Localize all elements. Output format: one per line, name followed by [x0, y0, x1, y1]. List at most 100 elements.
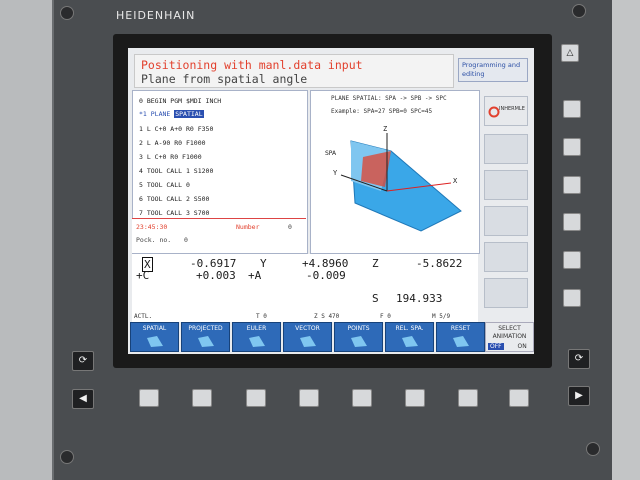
status-pock-label: Pock. no.	[136, 236, 172, 244]
hardware-softkey[interactable]	[192, 389, 212, 407]
status-time: 23:45:30	[136, 223, 168, 231]
program-line[interactable]: 4 TOOL CALL 1 S1200	[139, 167, 213, 175]
side-softkey-4[interactable]	[484, 206, 528, 236]
program-line[interactable]: 7 TOOL CALL 3 S700	[139, 209, 209, 217]
mode-indicator: Programming and editing	[458, 58, 528, 82]
hardware-key[interactable]	[563, 100, 581, 118]
program-line-text: *1 PLANE	[139, 110, 171, 118]
softkey-euler[interactable]: EULER	[232, 322, 281, 352]
hardware-key[interactable]	[563, 213, 581, 231]
side-softkey-5[interactable]	[484, 242, 528, 272]
softkey-label: SPATIAL	[142, 325, 167, 332]
plane-relative-icon	[402, 336, 418, 347]
actl-tool: T 0	[256, 313, 267, 320]
actl-spindle: Z S 470	[314, 313, 340, 320]
program-line[interactable]: 1 L C+0 A+0 R0 F350	[139, 125, 213, 133]
screw-bottom-left-icon	[60, 450, 74, 464]
hardware-key[interactable]	[563, 251, 581, 269]
softkey-spatial[interactable]: SPATIAL	[130, 322, 179, 352]
plane-euler-icon	[249, 336, 265, 347]
softkey-label: VECTOR	[295, 325, 320, 332]
softkey-reset[interactable]: RESET	[436, 322, 485, 352]
hardware-softkey[interactable]	[405, 389, 425, 407]
cycle-left-icon[interactable]: ⟳	[72, 351, 94, 371]
machine-side-right	[612, 0, 640, 480]
softkey-rel-spa[interactable]: REL. SPA.	[385, 322, 434, 352]
header-title: Positioning with manl.data input	[141, 58, 363, 72]
screen-header: Positioning with manl.data input Plane f…	[134, 54, 454, 88]
softkey-label: EULER	[246, 325, 267, 332]
side-softkey-label: INHERMLE	[499, 106, 525, 112]
hardware-softkey[interactable]	[352, 389, 372, 407]
softkey-vector[interactable]: VECTOR	[283, 322, 332, 352]
cycle-right-icon[interactable]: ⟳	[568, 349, 590, 369]
actl-label: ACTL.	[134, 313, 153, 320]
softkey-projected[interactable]: PROJECTED	[181, 322, 230, 352]
arrow-left-icon[interactable]: ◀	[72, 389, 94, 409]
status-panel: 23:45:30 Number 0 Pock. no. 0	[132, 218, 306, 253]
screw-top-right-icon	[572, 4, 586, 18]
program-line-selected[interactable]: *1 PLANE SPATIAL	[139, 110, 204, 118]
program-line[interactable]: 5 TOOL CALL 0	[139, 181, 190, 189]
status-number-label: Number	[236, 223, 260, 231]
program-line[interactable]: 0 BEGIN PGM $MDI INCH	[139, 97, 221, 105]
hardware-softkey[interactable]	[458, 389, 478, 407]
axis-a-label: +A	[248, 269, 262, 282]
axis-a-value: -0.009	[306, 269, 346, 282]
softkey-label: PROJECTED	[188, 325, 223, 332]
animation-off-state: OFF	[488, 343, 504, 350]
program-line[interactable]: 2 L A-90 R0 F1000	[139, 139, 206, 147]
side-softkey-2[interactable]	[484, 134, 528, 164]
vertical-softkey-column: INHERMLE	[482, 90, 530, 312]
softkey-label-line2: ANIMATION	[492, 333, 527, 340]
tnc-screen: Positioning with manl.data input Plane f…	[128, 48, 534, 354]
softkey-label: RESET	[450, 325, 471, 332]
animation-toggle: OFF ON	[488, 343, 527, 350]
axis-y-label: Y	[333, 169, 338, 177]
axis-z-value: -5.8622	[416, 257, 463, 270]
hardware-key-up-icon[interactable]: △	[561, 44, 579, 62]
hardware-key[interactable]	[563, 138, 581, 156]
plane-spatial-graphic: Z X Y SPA	[325, 125, 462, 232]
brand-logo: HEIDENHAIN	[116, 9, 196, 22]
plane-reset-icon	[453, 336, 469, 347]
axis-z-label: Z	[372, 257, 379, 270]
hardware-softkey[interactable]	[246, 389, 266, 407]
side-softkey-3[interactable]	[484, 170, 528, 200]
hardware-softkey[interactable]	[509, 389, 529, 407]
hardware-softkey[interactable]	[139, 389, 159, 407]
spindle-label: S	[372, 292, 379, 305]
position-display: X -0.6917 Y +4.8960 Z -5.8622 +C +0.003 …	[132, 254, 478, 312]
animation-on-state: ON	[517, 343, 527, 350]
screw-top-left-icon	[60, 6, 74, 20]
plane-spatial-icon	[147, 336, 163, 347]
program-line[interactable]: 3 L C+0 R0 F1000	[139, 153, 202, 161]
softkey-select-animation[interactable]: SELECT ANIMATION OFF ON	[485, 322, 534, 352]
actl-feed: F 0	[380, 313, 391, 320]
softkey-label-line1: SELECT	[498, 325, 521, 332]
plane-points-icon	[351, 336, 367, 347]
axis-c-value: +0.003	[196, 269, 236, 282]
side-softkey-6[interactable]	[484, 278, 528, 308]
actl-status-bar: ACTL. T 0 Z S 470 F 0 M 5/9	[132, 312, 478, 322]
axis-z-label: Z	[383, 125, 387, 133]
header-subtitle: Plane from spatial angle	[141, 72, 308, 86]
softkey-points[interactable]: POINTS	[334, 322, 383, 352]
spa-label: SPA	[325, 150, 337, 157]
status-number-value: 0	[288, 223, 292, 231]
side-softkey-tnc[interactable]: INHERMLE	[484, 96, 528, 126]
plane-projected-icon	[198, 336, 214, 347]
actl-mfunction: M 5/9	[432, 313, 451, 320]
help-graphic-panel: PLANE SPATIAL: SPA -> SPB -> SPC Example…	[310, 90, 480, 254]
plane-vector-icon	[300, 336, 316, 347]
program-line[interactable]: 6 TOOL CALL 2 S500	[139, 195, 209, 203]
arrow-right-icon[interactable]: ▶	[568, 386, 590, 406]
hardware-softkey[interactable]	[299, 389, 319, 407]
softkey-label: POINTS	[347, 325, 370, 332]
status-pock-value: 0	[184, 236, 188, 244]
softkey-label: REL. SPA.	[395, 325, 424, 332]
axis-x-label: X	[453, 177, 458, 185]
hardware-key[interactable]	[563, 176, 581, 194]
hardware-key[interactable]	[563, 289, 581, 307]
axis-c-label: +C	[136, 269, 150, 282]
